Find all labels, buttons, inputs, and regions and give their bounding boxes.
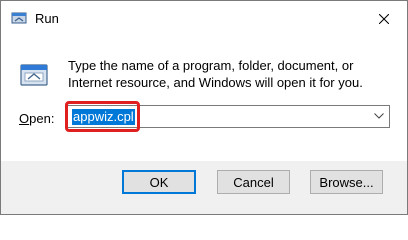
title-bar[interactable]: Run [1, 1, 407, 37]
ok-button[interactable]: OK [122, 170, 196, 194]
run-icon [20, 64, 48, 86]
browse-button[interactable]: Browse... [310, 170, 383, 194]
chevron-down-icon[interactable] [374, 113, 384, 119]
open-label: Open: [19, 111, 54, 126]
close-icon [379, 14, 389, 24]
button-bar: OK Cancel Browse... [1, 161, 407, 214]
cancel-button[interactable]: Cancel [217, 170, 290, 194]
annotation-highlight-box [65, 101, 140, 132]
instruction-text: Type the name of a program, folder, docu… [68, 58, 363, 90]
close-button[interactable] [361, 1, 407, 37]
open-label-text: pen: [29, 111, 55, 126]
run-dialog: Run Type the name of a program, folder, … [0, 0, 408, 215]
window-title: Run [35, 11, 59, 26]
dialog-body: Type the name of a program, folder, docu… [1, 37, 407, 161]
open-label-mnemonic: O [19, 111, 30, 126]
run-icon [11, 12, 27, 24]
